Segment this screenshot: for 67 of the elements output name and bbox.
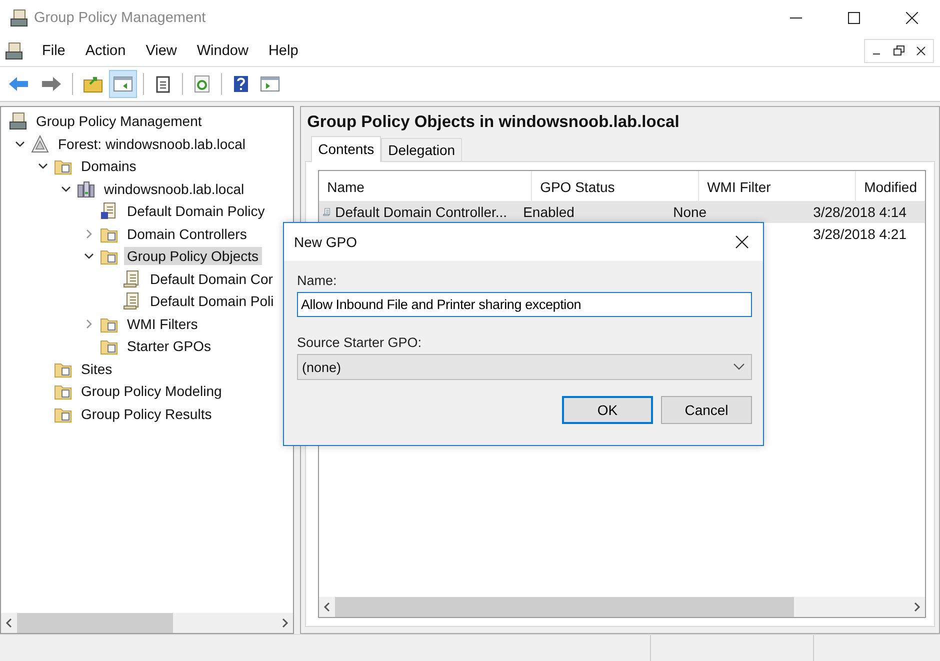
- scroll-icon: [100, 202, 118, 220]
- chevron-down-icon[interactable]: [15, 140, 25, 148]
- arrow-left-icon: [8, 75, 30, 93]
- console-icon: [10, 9, 28, 27]
- cancel-button[interactable]: Cancel: [661, 396, 752, 424]
- console-icon: [9, 112, 27, 130]
- column-header[interactable]: Modified: [856, 171, 925, 201]
- field-label: Source Starter GPO:: [297, 335, 423, 350]
- table-cell: Enabled: [523, 204, 574, 220]
- window-title: Group Policy Management: [34, 10, 206, 26]
- clipboard-icon: [154, 75, 172, 93]
- table-cell: 3/28/2018 4:14: [813, 204, 906, 220]
- folder-icon: [83, 75, 103, 93]
- triangle-icon: [31, 134, 49, 153]
- server-icon: [77, 180, 95, 198]
- tree-toggle-button[interactable]: [109, 70, 137, 98]
- tree-item[interactable]: Default Domain Policy: [124, 202, 268, 220]
- source-dropdown[interactable]: (none): [297, 354, 752, 380]
- chevron-down-icon[interactable]: [38, 162, 48, 170]
- horizontal-scrollbar[interactable]: [319, 597, 925, 617]
- chevron-right-icon[interactable]: [85, 228, 93, 239]
- menu-item[interactable]: Action: [75, 43, 136, 59]
- tree-item[interactable]: Sites: [78, 360, 116, 378]
- tree-item[interactable]: Default Domain Cor: [147, 270, 276, 288]
- ok-button[interactable]: OK: [562, 396, 653, 424]
- tree-item[interactable]: Group Policy Objects: [124, 247, 262, 266]
- scrollbar-thumb[interactable]: [335, 597, 794, 617]
- chevron-right-icon[interactable]: [85, 318, 93, 329]
- maximize-icon[interactable]: [848, 12, 860, 24]
- pane-icon: [113, 75, 133, 93]
- tree-item[interactable]: Domains: [78, 157, 140, 176]
- field-label: Name:: [297, 273, 338, 288]
- tab[interactable]: Contents: [311, 136, 382, 162]
- tree-item[interactable]: Domain Controllers: [124, 224, 250, 243]
- tree-item[interactable]: Default Domain Poli: [147, 292, 277, 310]
- tree-item[interactable]: WMI Filters: [124, 314, 201, 333]
- tree-item[interactable]: Starter GPOs: [124, 337, 214, 356]
- menu-item[interactable]: File: [32, 43, 76, 59]
- tab[interactable]: Delegation: [381, 138, 462, 161]
- refresh-icon: [193, 75, 211, 93]
- menu-item[interactable]: View: [136, 43, 187, 59]
- horizontal-scrollbar[interactable]: [1, 613, 294, 633]
- close-icon[interactable]: [906, 12, 918, 24]
- tree-item[interactable]: windowsnoob.lab.local: [101, 180, 248, 198]
- close-icon[interactable]: [735, 235, 749, 249]
- scrollbar-thumb[interactable]: [17, 613, 174, 633]
- menu-item[interactable]: Help: [258, 43, 308, 59]
- table-cell: Default Domain Controller...: [335, 204, 508, 220]
- console-icon[interactable]: [4, 42, 24, 60]
- panel-heading: Group Policy Objects in windowsnoob.lab.local: [306, 112, 680, 133]
- pane-icon: [260, 75, 280, 93]
- name-field[interactable]: Allow Inbound File and Printer sharing exception: [297, 292, 752, 317]
- menu-item[interactable]: Window: [186, 43, 258, 59]
- tree-item[interactable]: Group Policy Results: [78, 404, 215, 423]
- tree-item[interactable]: Group Policy Management: [33, 112, 205, 130]
- scroll-icon: [123, 292, 141, 310]
- chevron-down-icon[interactable]: [61, 184, 71, 193]
- help-icon: [232, 75, 250, 93]
- arrow-right-icon: [40, 75, 62, 93]
- selected-row[interactable]: Default Domain Controller... Enabled None 3/28/2018 4:14: [319, 201, 925, 223]
- table-cell: None: [673, 204, 707, 220]
- scroll-icon: [123, 270, 141, 288]
- dialog-title: New GPO: [294, 234, 358, 250]
- chevron-down-icon[interactable]: [84, 252, 94, 260]
- tree-item[interactable]: Forest: windowsnoob.lab.local: [55, 134, 249, 153]
- tree-item[interactable]: Group Policy Modeling: [78, 382, 225, 400]
- chevron-down-icon: [733, 363, 745, 371]
